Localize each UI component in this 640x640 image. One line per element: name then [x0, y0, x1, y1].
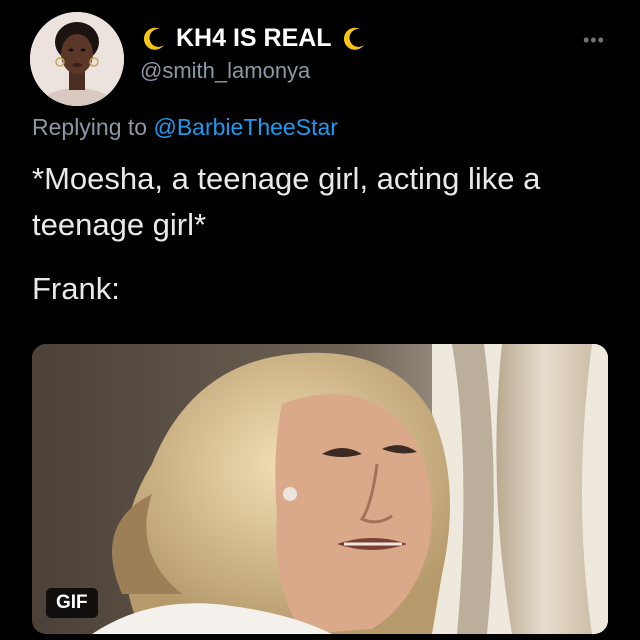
tweet: KH4 IS REAL @smith_lamonya ••• Replying … — [0, 0, 640, 640]
more-options-icon[interactable]: ••• — [583, 30, 605, 51]
replying-to-prefix: Replying to — [32, 114, 148, 140]
crescent-moon-icon — [140, 25, 168, 53]
gif-media[interactable]: GIF — [32, 344, 608, 634]
avatar[interactable] — [30, 12, 124, 106]
reply-mention-link[interactable]: @BarbieTheeStar — [153, 114, 337, 140]
crescent-moon-icon — [340, 25, 368, 53]
display-name-text: KH4 IS REAL — [176, 24, 332, 52]
replying-to-line: Replying to @BarbieTheeStar — [32, 114, 338, 141]
tweet-text: *Moesha, a teenage girl, acting like a t… — [32, 161, 541, 242]
author-handle[interactable]: @smith_lamonya — [140, 58, 310, 84]
tweet-text-second-line: Frank: — [32, 271, 120, 306]
gif-badge: GIF — [46, 588, 98, 618]
author-display-name[interactable]: KH4 IS REAL — [140, 24, 368, 53]
